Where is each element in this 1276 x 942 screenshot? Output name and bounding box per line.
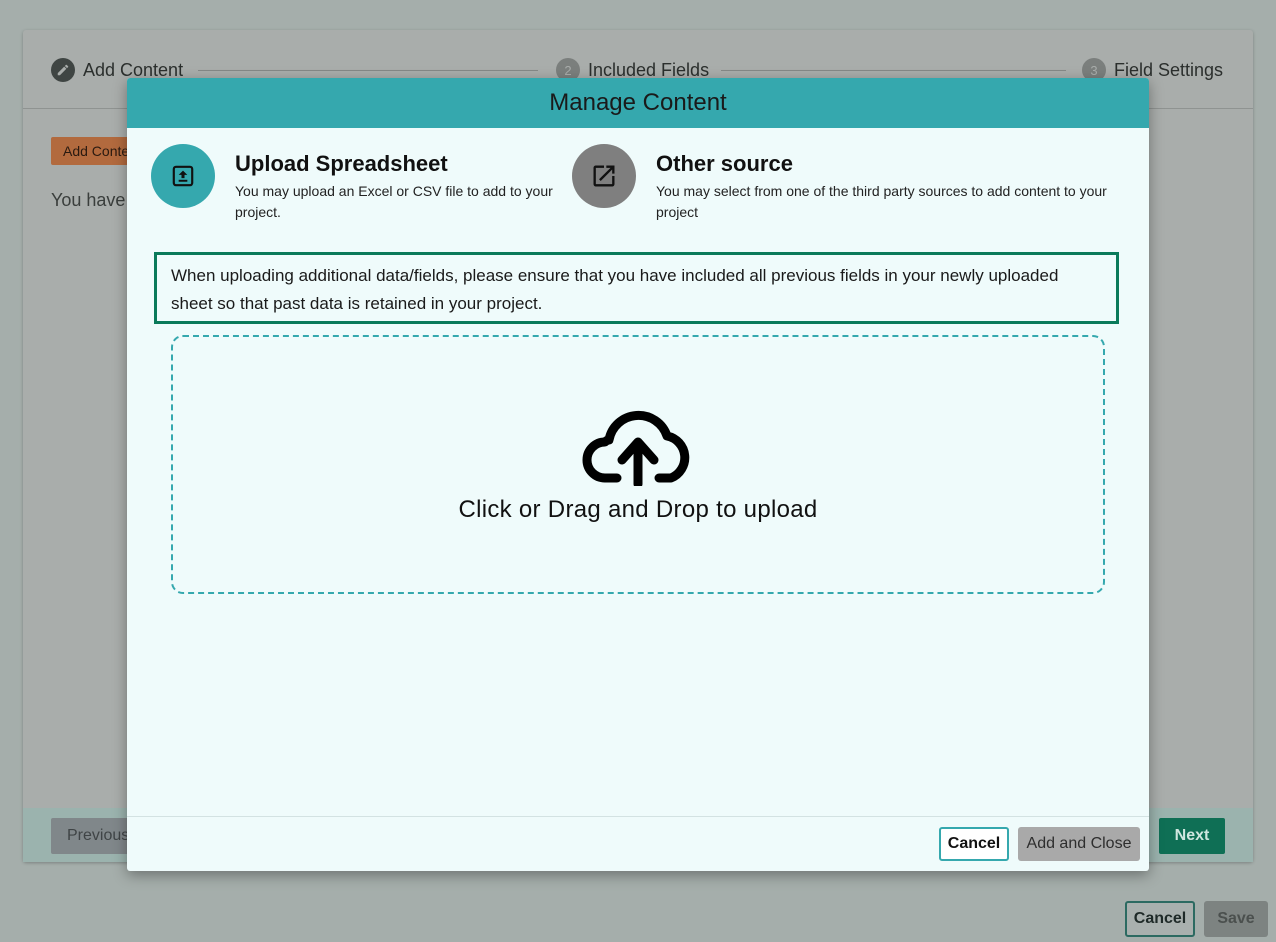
page-save-button[interactable]: Save	[1204, 901, 1268, 937]
dropzone-text: Click or Drag and Drop to upload	[458, 495, 818, 523]
page-cancel-button[interactable]: Cancel	[1125, 901, 1195, 937]
info-text: You have	[51, 190, 126, 210]
upload-spreadsheet-option[interactable]: Upload Spreadsheet You may upload an Exc…	[151, 144, 565, 223]
upload-icon[interactable]	[151, 144, 215, 208]
step-connector	[721, 70, 1066, 71]
step-connector	[198, 70, 538, 71]
next-button[interactable]: Next	[1159, 818, 1225, 854]
add-and-close-button[interactable]: Add and Close	[1018, 827, 1140, 861]
upload-dropzone[interactable]: Click or Drag and Drop to upload	[171, 335, 1105, 594]
modal-footer: Cancel Add and Close	[127, 816, 1149, 871]
pencil-icon	[51, 58, 75, 82]
option-title: Other source	[656, 151, 793, 176]
option-title: Upload Spreadsheet	[235, 151, 448, 176]
upload-notice: When uploading additional data/fields, p…	[154, 252, 1119, 324]
modal-header: Manage Content	[127, 78, 1149, 128]
modal-title: Manage Content	[549, 89, 727, 116]
other-source-option[interactable]: Other source You may select from one of …	[572, 144, 1126, 223]
external-link-icon[interactable]	[572, 144, 636, 208]
cloud-upload-icon	[582, 410, 690, 486]
option-description: You may upload an Excel or CSV file to a…	[235, 183, 553, 220]
option-description: You may select from one of the third par…	[656, 183, 1107, 220]
cancel-button[interactable]: Cancel	[939, 827, 1009, 861]
manage-content-modal: Manage Content Upload Spreadsheet You ma…	[127, 78, 1149, 871]
